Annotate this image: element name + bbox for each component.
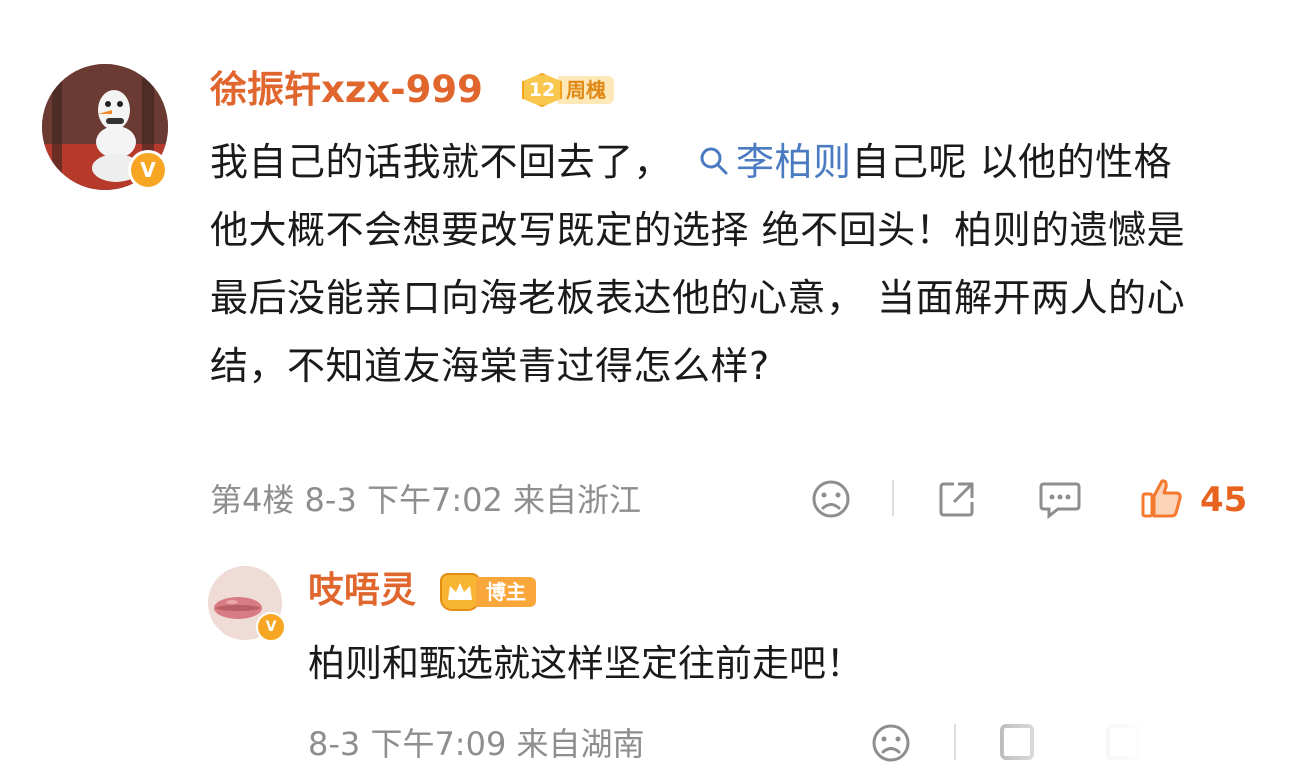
verified-badge-icon: V <box>256 612 286 642</box>
level-badge[interactable]: 12 周槐 <box>522 72 614 108</box>
action-divider <box>892 480 894 516</box>
search-icon <box>698 130 730 175</box>
replier-username[interactable]: 吱唔灵 <box>308 568 416 614</box>
share-icon[interactable] <box>936 478 978 520</box>
mention-name: 李柏则 <box>736 140 852 184</box>
blogger-tag-label: 博主 <box>476 577 536 607</box>
blogger-badge[interactable]: 博主 <box>440 572 536 612</box>
verified-badge-icon: V <box>128 150 168 190</box>
dislike-icon[interactable] <box>870 722 912 764</box>
reply-meta: 8-3 下午7:09 来自湖南 <box>308 725 645 763</box>
like-count: 45 <box>1200 480 1248 520</box>
level-tag-label: 周槐 <box>558 76 614 104</box>
level-number: 12 <box>522 73 562 107</box>
mention-link[interactable]: 李柏则 <box>672 140 852 184</box>
dislike-icon[interactable] <box>810 478 852 520</box>
comment-meta: 第4楼 8-3 下午7:02 来自浙江 <box>210 481 642 519</box>
comment-icon[interactable] <box>1038 478 1082 520</box>
crown-icon <box>440 573 480 611</box>
thumbs-up-icon[interactable] <box>1140 476 1184 520</box>
reply-body: 柏则和甄选就这样坚定往前走吧！ <box>308 642 863 685</box>
comment-body: 我自己的话我就不回去了， 李柏则自己呢 以他的性格 他大概不会想要改写既定的选择 … <box>210 128 1220 400</box>
bottom-fade <box>960 712 1290 782</box>
commenter-username[interactable]: 徐振轩xzx-999 <box>210 66 483 114</box>
action-divider <box>954 724 956 760</box>
comment-text-before: 我自己的话我就不回去了， <box>210 140 673 184</box>
